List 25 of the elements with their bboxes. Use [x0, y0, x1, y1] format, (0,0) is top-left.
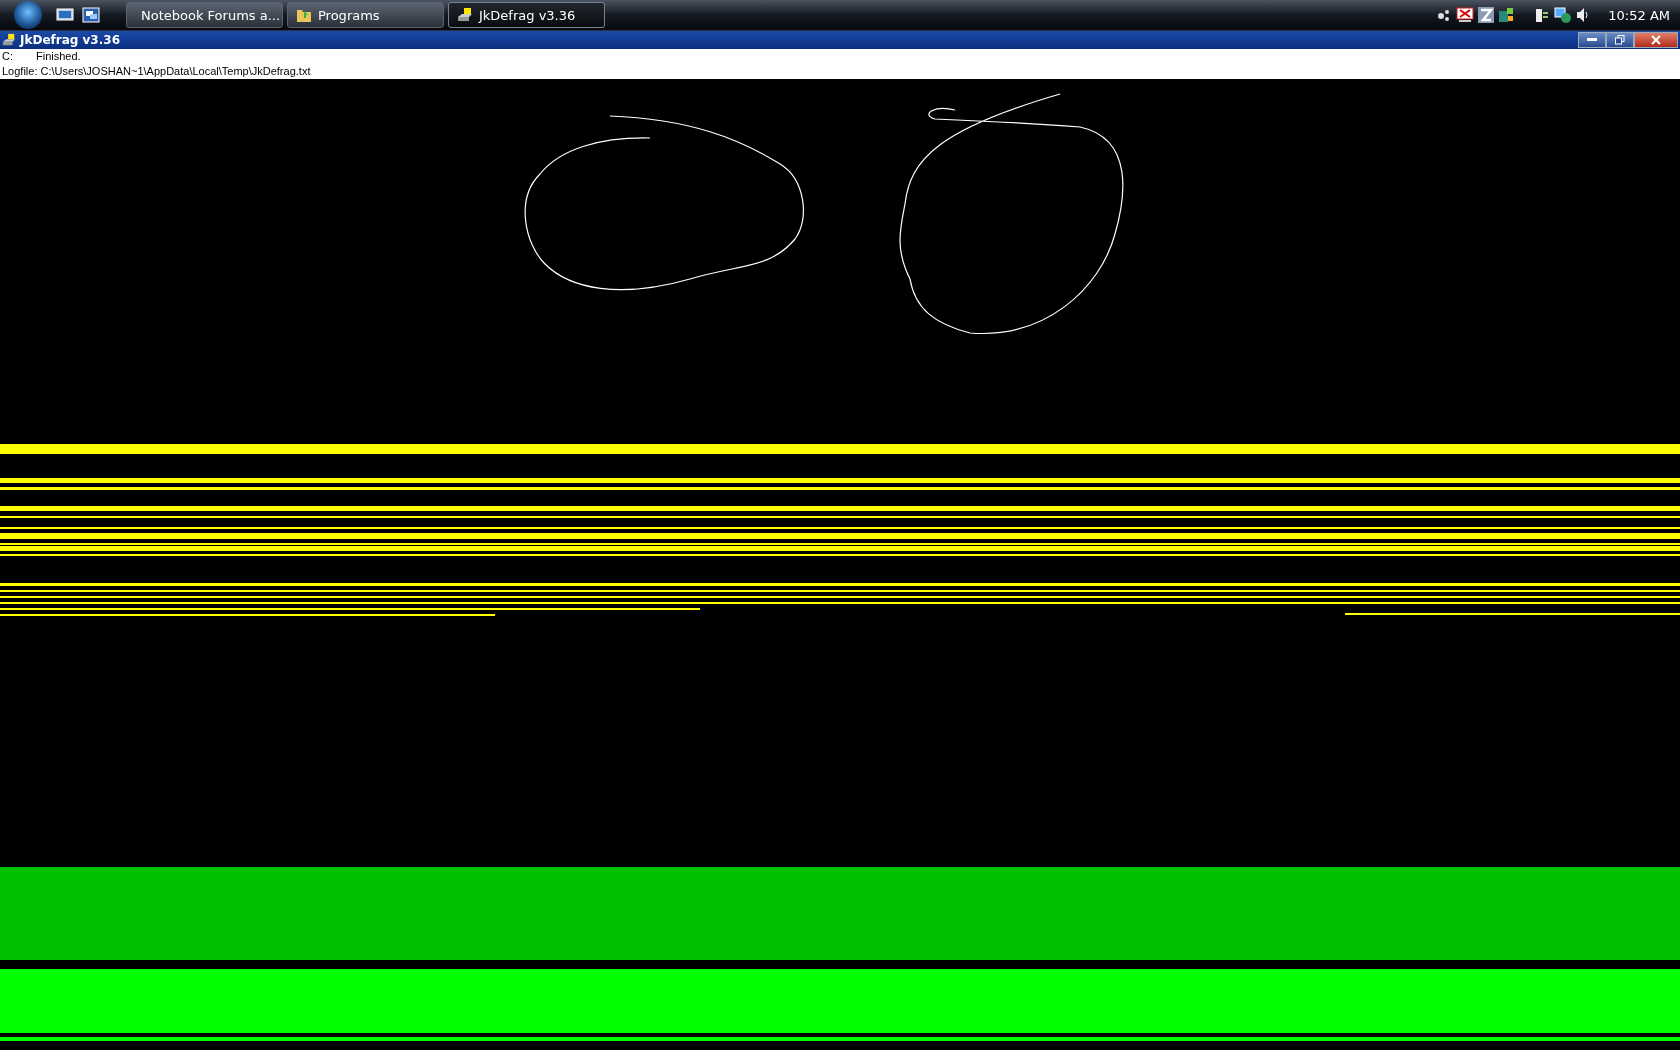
restore-button[interactable] [1606, 32, 1634, 48]
clock[interactable]: 10:52 AM [1608, 7, 1670, 23]
z-logo-icon[interactable] [1478, 7, 1495, 23]
minimize-icon [1587, 38, 1597, 42]
taskbar-button[interactable]: JkDefrag v3.36 [448, 2, 605, 28]
windows-switch-icon[interactable] [82, 7, 100, 23]
speaker-icon[interactable] [1576, 7, 1591, 23]
logfile-path: Logfile: C:\Users\JOSHAN~1\AppData\Local\Temp\JkDefrag.txt [2, 65, 312, 77]
start-button[interactable] [14, 1, 42, 29]
drive-icon [2, 33, 16, 47]
minimize-button[interactable] [1578, 32, 1606, 48]
monitor-error-icon[interactable] [1456, 7, 1475, 23]
desktop-icon[interactable] [56, 7, 74, 23]
drive-letter: C: [2, 50, 14, 62]
drive-icon [457, 7, 473, 23]
folder-icon [296, 7, 312, 23]
close-button[interactable] [1634, 32, 1678, 48]
window-title: JkDefrag v3.36 [20, 33, 120, 47]
network-globe-icon[interactable] [1554, 7, 1573, 23]
status-message: Finished. [36, 50, 81, 62]
taskbar-button[interactable]: Notebook Forums a... [126, 2, 283, 28]
squares-icon[interactable] [1498, 7, 1515, 23]
taskbar-button[interactable]: Programs [287, 2, 444, 28]
close-icon [1651, 35, 1661, 45]
restore-icon [1615, 35, 1625, 45]
